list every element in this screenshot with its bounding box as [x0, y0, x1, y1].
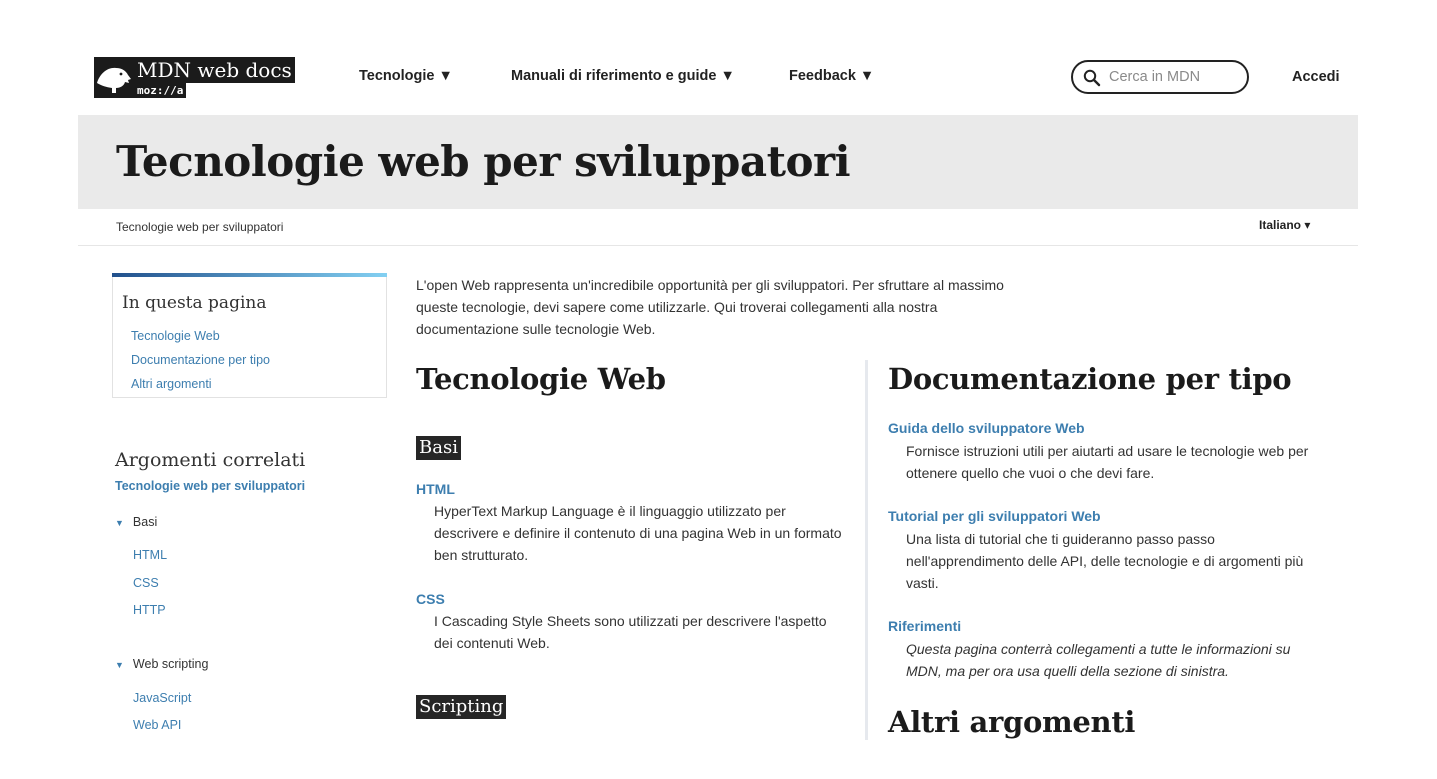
- search-input[interactable]: [1109, 67, 1239, 87]
- sidebar-item-css[interactable]: CSS: [133, 576, 159, 590]
- sidebar-group-label: Web scripting: [132, 657, 209, 671]
- sidebar-item-javascript[interactable]: JavaScript: [133, 691, 191, 705]
- section-tag-basics: Basi: [416, 436, 461, 460]
- related-topics-link[interactable]: Tecnologie web per sviluppatori: [115, 479, 305, 493]
- nav-feedback[interactable]: Feedback ▼: [789, 68, 874, 84]
- toc-heading: In questa pagina: [122, 293, 267, 313]
- toc-link-docs-by-type[interactable]: Documentazione per tipo: [131, 353, 270, 367]
- desc-html: HyperText Markup Language è il linguaggi…: [434, 503, 842, 563]
- sidebar-item-html[interactable]: HTML: [133, 548, 167, 562]
- login-link[interactable]: Accedi: [1292, 69, 1340, 85]
- in-page-toc: In questa pagina Tecnologie Web Document…: [112, 273, 387, 398]
- desc-references: Questa pagina conterrà collegamenti a tu…: [906, 641, 1291, 679]
- column-divider: [865, 360, 868, 740]
- page-title: Tecnologie web per sviluppatori: [116, 137, 851, 186]
- sidebar-item-web-api[interactable]: Web API: [133, 718, 181, 732]
- logo-title: MDN web docs: [134, 57, 295, 83]
- search-icon: [1083, 69, 1101, 87]
- language-selector[interactable]: Italiano ▾: [1259, 218, 1310, 232]
- term-tutorials[interactable]: Tutorial per gli sviluppatori Web: [888, 508, 1101, 524]
- toc-link-other-topics[interactable]: Altri argomenti: [131, 377, 212, 391]
- section-tag-scripting: Scripting: [416, 695, 507, 719]
- mdn-logo[interactable]: MDN web docs moz://a: [94, 57, 295, 98]
- desc-web-dev-guide: Fornisce istruzioni utili per aiutarti a…: [906, 443, 1309, 481]
- sidebar-item-http[interactable]: HTTP: [133, 603, 166, 617]
- breadcrumb: Tecnologie web per sviluppatori: [116, 220, 284, 234]
- breadcrumb-bar: Tecnologie web per sviluppatori Italiano…: [78, 209, 1358, 246]
- dinosaur-icon: [94, 57, 134, 98]
- sidebar-group-basics[interactable]: ▼ Basi: [115, 515, 157, 529]
- desc-tutorials: Una lista di tutorial che ti guideranno …: [906, 531, 1304, 591]
- intro-paragraph: L'open Web rappresenta un'incredibile op…: [416, 277, 1004, 337]
- nav-technologies[interactable]: Tecnologie ▼: [359, 68, 453, 84]
- toc-link-web-technologies[interactable]: Tecnologie Web: [131, 329, 220, 343]
- triangle-down-icon: ▼: [115, 660, 124, 670]
- heading-web-technologies: Tecnologie Web: [416, 362, 666, 396]
- triangle-down-icon: ▼: [115, 518, 124, 528]
- sidebar-group-web-scripting[interactable]: ▼ Web scripting: [115, 657, 208, 671]
- nav-references-guides[interactable]: Manuali di riferimento e guide ▼: [511, 68, 735, 84]
- term-html[interactable]: HTML: [416, 481, 455, 497]
- heading-other-topics: Altri argomenti: [888, 705, 1136, 739]
- term-references[interactable]: Riferimenti: [888, 618, 961, 634]
- desc-css: I Cascading Style Sheets sono utilizzati…: [434, 613, 827, 651]
- heading-docs-by-type: Documentazione per tipo: [888, 362, 1292, 396]
- title-band: Tecnologie web per sviluppatori: [78, 115, 1358, 209]
- term-css[interactable]: CSS: [416, 591, 445, 607]
- term-web-dev-guide[interactable]: Guida dello sviluppatore Web: [888, 420, 1085, 436]
- related-topics-heading: Argomenti correlati: [115, 449, 306, 471]
- mozilla-wordmark: moz://a: [134, 83, 187, 98]
- search-box[interactable]: [1071, 60, 1249, 94]
- sidebar-group-label: Basi: [132, 515, 158, 529]
- site-header: MDN web docs moz://a Tecnologie ▼ Manual…: [0, 0, 1437, 115]
